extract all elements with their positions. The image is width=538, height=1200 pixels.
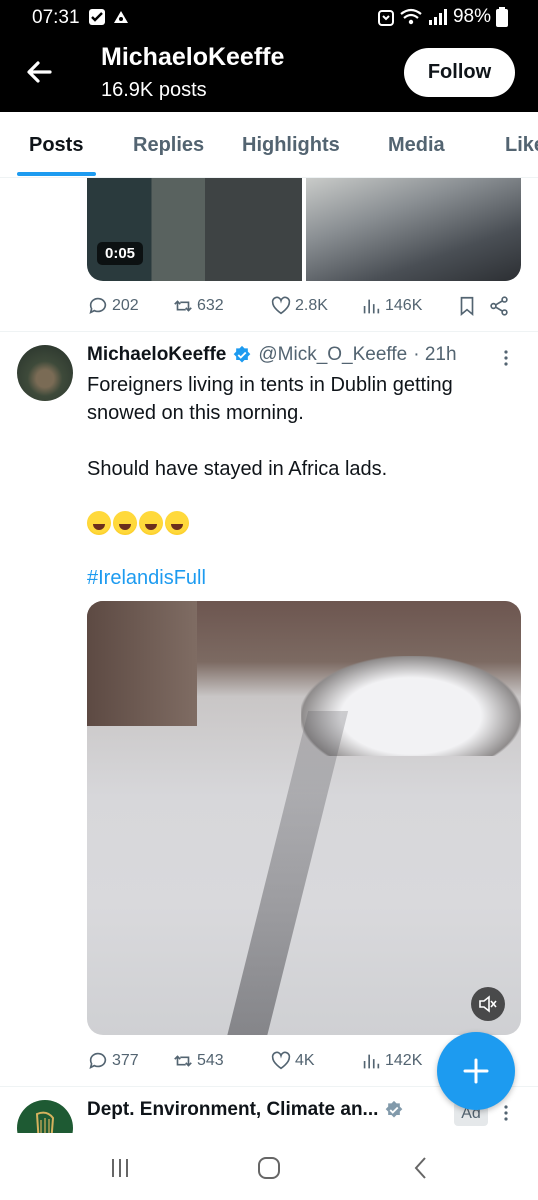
reply-button[interactable]: 202 (87, 295, 172, 317)
rofl-emoji-icon (113, 511, 137, 535)
battery-icon (496, 7, 508, 27)
repost-count: 632 (197, 297, 224, 314)
speaker-muted-icon (479, 995, 497, 1013)
video-thumbnail[interactable]: 0:05 (87, 178, 302, 281)
active-tab-indicator (17, 172, 96, 176)
tweet-divider (0, 331, 538, 332)
rofl-emoji-icon (139, 511, 163, 535)
tab-posts[interactable]: Posts (29, 134, 83, 157)
views-icon (363, 299, 380, 314)
follow-button[interactable]: Follow (404, 48, 515, 97)
ad-author-name[interactable]: Dept. Environment, Climate an... (87, 1099, 378, 1121)
plus-icon (463, 1058, 489, 1084)
timeline-feed[interactable]: 0:05 202 632 2.8K 146K MichaeloKeeffe @M… (0, 178, 538, 1133)
alarm-icon (377, 10, 394, 26)
tweet-time: · 21h (413, 344, 457, 365)
app-notification-icon (114, 11, 128, 23)
like-count: 2.8K (295, 297, 328, 314)
more-options-icon[interactable] (496, 348, 516, 368)
rofl-emoji-icon (87, 511, 111, 535)
tab-media[interactable]: Media (388, 134, 445, 157)
checkbox-notification-icon (89, 9, 105, 25)
compose-tweet-button[interactable] (437, 1032, 515, 1110)
heart-icon (271, 1051, 291, 1070)
profile-tabs: Posts Replies Highlights Media Like (0, 112, 538, 178)
image-thumbnail[interactable] (306, 178, 521, 281)
wifi-icon (400, 8, 422, 25)
tweet-author-name[interactable]: MichaeloKeeffe (87, 344, 226, 366)
view-count: 142K (385, 1052, 423, 1069)
more-options-icon[interactable] (496, 1103, 516, 1123)
status-right: 98% (377, 6, 508, 28)
video-scene-building (87, 601, 197, 726)
top-bar: 07:31 98% MichaeloKeeffe 16.9K posts Fol… (0, 0, 538, 112)
verified-badge-icon (234, 345, 251, 363)
back-arrow-icon[interactable] (20, 52, 60, 92)
repost-icon (174, 1055, 192, 1067)
tweet-text-line2: Should have stayed in Africa lads. (87, 458, 388, 480)
profile-name: MichaeloKeeffe (101, 43, 285, 71)
hashtag-link[interactable]: #IrelandisFull (87, 567, 206, 590)
like-count: 4K (295, 1052, 315, 1069)
views-button[interactable]: 146K (360, 295, 450, 317)
repost-count: 543 (197, 1052, 224, 1069)
harp-logo-icon (35, 1111, 55, 1133)
reply-button[interactable]: 377 (87, 1050, 172, 1072)
view-count: 146K (385, 297, 423, 314)
rofl-emoji-icon (165, 511, 189, 535)
reply-count: 202 (112, 297, 139, 314)
battery-percent: 98% (452, 6, 491, 27)
previous-tweet-actions: 202 632 2.8K 146K (87, 291, 521, 321)
status-bar: 07:31 98% (0, 0, 538, 36)
like-button[interactable]: 4K (270, 1050, 360, 1072)
video-scene-track (225, 711, 349, 1035)
laughing-emojis (87, 511, 189, 535)
repost-button[interactable]: 543 (172, 1050, 270, 1072)
verified-gov-badge-icon (386, 1100, 403, 1118)
like-button[interactable]: 2.8K (270, 295, 360, 317)
previous-tweet-media[interactable]: 0:05 (87, 178, 521, 281)
tweet-header: MichaeloKeeffe @Mick_O_Keeffe · 21h (87, 344, 457, 366)
mute-button[interactable] (471, 987, 505, 1021)
tweet-author-handle[interactable]: @Mick_O_Keeffe (258, 344, 407, 366)
reply-count: 377 (112, 1052, 139, 1069)
reply-icon (89, 297, 107, 314)
tab-replies[interactable]: Replies (133, 134, 204, 157)
reply-icon (89, 1052, 107, 1069)
repost-icon (174, 300, 192, 312)
tweet-video[interactable] (87, 601, 521, 1035)
bookmark-icon[interactable] (456, 295, 478, 317)
ad-avatar[interactable] (17, 1100, 73, 1133)
tweet-text-line1: Foreigners living in tents in Dublin get… (87, 374, 453, 424)
tab-likes[interactable]: Like (505, 134, 538, 157)
home-icon[interactable] (254, 1153, 284, 1183)
heart-icon (271, 296, 291, 315)
views-icon (363, 1054, 380, 1069)
avatar[interactable] (17, 345, 73, 401)
ad-tweet-header: Dept. Environment, Climate an... (87, 1099, 404, 1121)
repost-button[interactable]: 632 (172, 295, 270, 317)
system-nav-bar (0, 1133, 538, 1200)
back-nav-icon[interactable] (406, 1153, 436, 1183)
signal-icon (428, 9, 447, 25)
tab-highlights[interactable]: Highlights (242, 134, 340, 157)
status-time: 07:31 (32, 7, 80, 28)
recent-apps-icon[interactable] (105, 1153, 135, 1183)
video-duration: 0:05 (97, 242, 144, 265)
post-count: 16.9K posts (101, 79, 207, 101)
share-icon[interactable] (488, 295, 510, 317)
